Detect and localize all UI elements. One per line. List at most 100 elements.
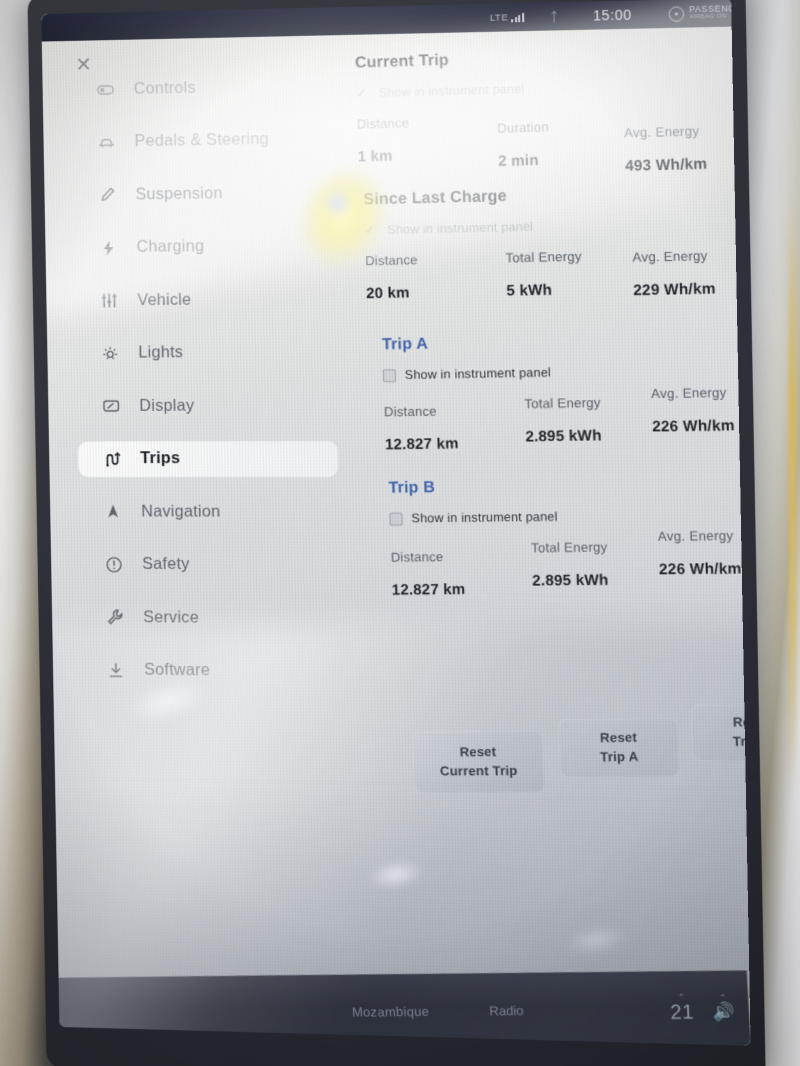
sidebar-item-label: Software: [143, 660, 211, 680]
sidebar-item-label: Lights: [138, 343, 184, 362]
checkbox-label: Show in instrument panel: [387, 219, 534, 237]
reset-current-trip-button[interactable]: Reset Current Trip: [411, 730, 546, 794]
stat-grid: Distance 1 km Duration 2 min Avg. Energy…: [356, 105, 750, 175]
passenger-airbag-indicator: ● PASSENGER AIRBAG ON: [668, 3, 750, 22]
close-icon[interactable]: ✕: [69, 50, 99, 80]
sidebar-item-label: Controls: [133, 78, 197, 98]
media-source[interactable]: Radio: [489, 1002, 524, 1017]
stat-value: 226 Wh/km: [658, 560, 742, 579]
stat-value: 2.895 kWh: [525, 427, 602, 446]
checkmark-icon: ✓: [364, 222, 376, 238]
stat-unit: Wh/km: [655, 155, 708, 175]
section-title: Since Last Charge: [363, 187, 508, 209]
speaker-icon[interactable]: 🔊: [712, 1002, 735, 1022]
stat-value: 2 min: [497, 151, 539, 170]
sidebar-item-lights[interactable]: Lights: [76, 334, 336, 371]
reset-trip-a-button[interactable]: Reset Trip A: [557, 718, 681, 778]
stat-unit: kWh: [568, 427, 602, 445]
sidebar-item-suspension[interactable]: Suspension: [73, 174, 333, 213]
stat-value: 1 km: [357, 147, 393, 166]
show-in-instrument-panel-toggle[interactable]: Show in instrument panel: [382, 360, 751, 385]
stat-label: Distance: [365, 252, 418, 269]
lightning-bolt-icon: [97, 237, 119, 259]
stat-value: 12.827 km: [391, 581, 466, 599]
stat-unit: kWh: [575, 571, 609, 590]
stat-label: Total Energy: [530, 539, 608, 556]
toggle-switch-icon: [95, 78, 117, 100]
touchscreen-bezel: LTE ᛏ 15:00 ● PASSENGER AIRBAG ON ✕ Cont…: [27, 0, 766, 1066]
stat-unit: km: [370, 147, 393, 166]
sidebar-item-label: Navigation: [141, 502, 221, 521]
reset-button-line1: Reset: [459, 744, 497, 760]
reset-button-line2: Current Trip: [439, 762, 518, 779]
sidebar-item-software[interactable]: Software: [82, 652, 342, 690]
stat-value: 493 Wh/km: [624, 155, 708, 175]
sidebar-item-pedals-steering[interactable]: Pedals & Steering: [72, 121, 332, 161]
stat-unit: Wh/km: [682, 417, 735, 436]
exclamation-circle-icon: [103, 553, 125, 575]
stat-label: Duration: [496, 119, 550, 136]
stat-unit: min: [510, 151, 539, 170]
winding-road-icon: [101, 448, 123, 470]
sidebar-item-navigation[interactable]: Navigation: [79, 494, 339, 530]
stat-total-energy: Total Energy 2.895 kWh: [530, 539, 660, 590]
sidebar-item-display[interactable]: Display: [77, 387, 337, 424]
stat-label: Avg. Energy: [632, 247, 708, 265]
stat-avg-energy: Avg. Energy 493 Wh/km: [623, 105, 750, 175]
stat-duration: Duration 2 min: [496, 109, 625, 170]
show-in-instrument-panel-toggle[interactable]: ✓ Show in instrument panel: [356, 73, 746, 103]
stat-distance: Distance 12.827 km: [383, 396, 526, 454]
checkbox-icon: [382, 368, 397, 382]
sliders-icon: [98, 290, 120, 312]
sidebar-item-label: Vehicle: [137, 290, 192, 309]
reset-trip-b-button[interactable]: Reset Trip B: [690, 703, 751, 762]
section-trip-b: Trip B Show in instrument panel Distance…: [388, 474, 751, 599]
stat-total-energy: Total Energy 2.895 kWh: [524, 394, 653, 446]
trips-content: Current Trip ✓ Show in instrument panel …: [335, 45, 742, 599]
sidebar-item-trips[interactable]: Trips: [77, 440, 339, 477]
chevron-up-icon[interactable]: ⌃: [677, 992, 685, 1002]
stat-grid: Distance 20 km Total Energy 5 kWh Avg. E…: [365, 245, 751, 302]
sun-lights-icon: [99, 342, 121, 364]
stat-label: Distance: [383, 403, 437, 420]
sidebar-item-controls[interactable]: Controls: [71, 67, 331, 108]
section-title: Current Trip: [354, 51, 450, 72]
stat-label: Distance: [356, 115, 410, 132]
sidebar-item-label: Suspension: [135, 183, 223, 203]
settings-panel: LTE ᛏ 15:00 ● PASSENGER AIRBAG ON ✕ Cont…: [41, 0, 751, 1046]
sidebar-item-label: Service: [143, 607, 200, 627]
checkbox-label: Show in instrument panel: [404, 365, 552, 383]
screen-reflection-spot: [562, 922, 630, 957]
stat-value: 229 Wh/km: [633, 280, 716, 300]
stat-unit: Wh/km: [689, 560, 742, 579]
stat-avg-energy: Avg. Energy 226 Wh/km: [658, 528, 751, 588]
chevron-up-icon[interactable]: ⌃: [719, 993, 727, 1003]
media-title[interactable]: Mozambique: [352, 1003, 430, 1019]
stat-label: Avg. Energy: [650, 384, 727, 402]
stat-unit: kWh: [519, 281, 553, 300]
climate-temperature-control[interactable]: ⌃ 21: [669, 992, 695, 1024]
checkmark-icon: ✓: [355, 85, 367, 101]
sidebar-item-service[interactable]: Service: [81, 599, 341, 637]
sidebar-item-charging[interactable]: Charging: [74, 227, 334, 266]
volume-control[interactable]: ⌃ 🔊: [712, 993, 735, 1022]
reset-button-line2: Trip B: [732, 733, 751, 749]
sidebar-item-safety[interactable]: Safety: [80, 546, 340, 583]
stat-total-energy: Total Energy 5 kWh: [505, 248, 633, 300]
sidebar-item-vehicle[interactable]: Vehicle: [75, 281, 335, 319]
stat-distance: Distance 20 km: [365, 250, 507, 302]
shock-absorber-icon: [97, 184, 119, 206]
bottom-control-bar: Mozambique Radio ⌃ 21 ⌃ 🔊: [56, 970, 751, 1046]
navigation-arrow-icon: [102, 501, 124, 523]
window-reflection-streak: [789, 191, 796, 789]
show-in-instrument-panel-toggle[interactable]: Show in instrument panel: [389, 505, 750, 528]
show-in-instrument-panel-toggle[interactable]: ✓ Show in instrument panel: [364, 212, 751, 239]
wrench-icon: [104, 606, 126, 628]
sidebar-item-label: Safety: [142, 555, 190, 574]
stat-grid: Distance 12.827 km Total Energy 2.895 kW…: [383, 385, 751, 454]
display-icon: [100, 395, 122, 417]
sidebar-item-label: Charging: [136, 237, 205, 256]
status-bar: LTE ᛏ 15:00 ● PASSENGER AIRBAG ON: [41, 0, 750, 42]
stat-grid: Distance 12.827 km Total Energy 2.895 kW…: [390, 528, 751, 599]
stat-value: 226 Wh/km: [651, 417, 735, 436]
